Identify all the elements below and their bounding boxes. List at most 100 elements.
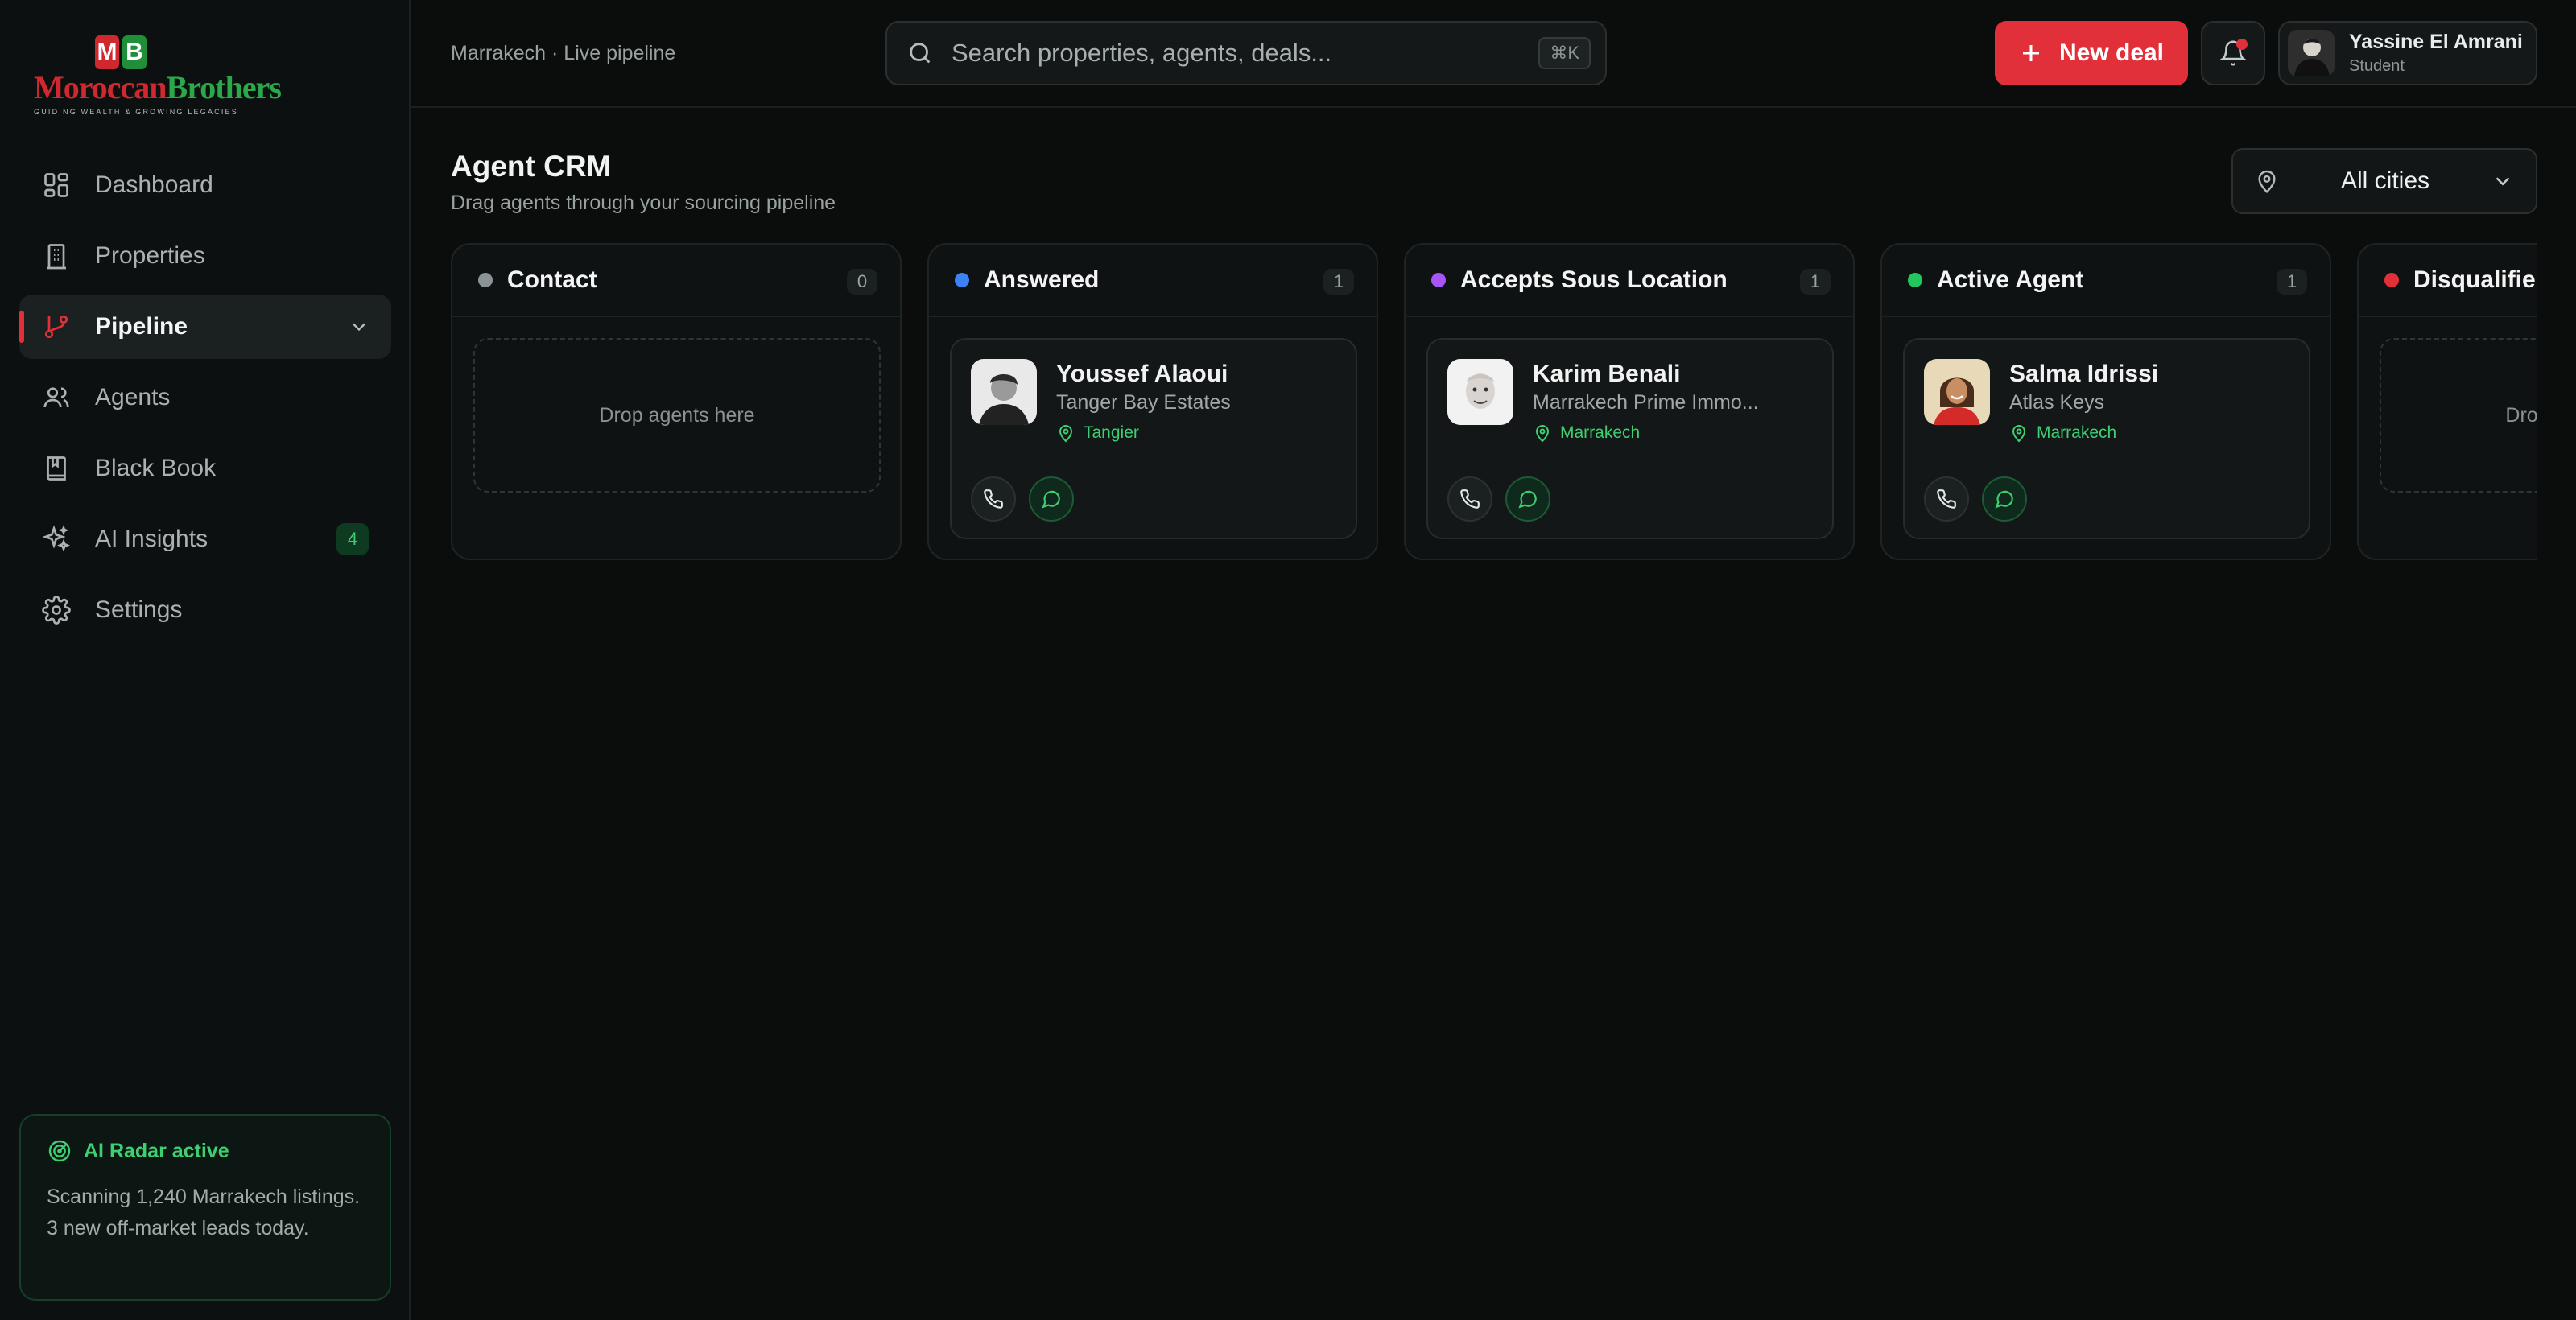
whatsapp-button[interactable] [1505, 476, 1550, 522]
city-filter-select[interactable]: All cities [2231, 148, 2537, 214]
agent-card[interactable]: Salma Idrissi Atlas Keys Marrakech [1903, 338, 2310, 539]
logo-letter-m: M [95, 35, 119, 69]
new-deal-label: New deal [2058, 39, 2165, 66]
sparkles-icon [42, 525, 71, 554]
book-icon [42, 454, 71, 483]
notifications-button[interactable] [2201, 21, 2265, 85]
chevron-down-icon[interactable] [348, 316, 370, 338]
agent-card[interactable]: Youssef Alaoui Tanger Bay Estates Tangie… [950, 338, 1357, 539]
agent-company: Atlas Keys [2009, 391, 2105, 414]
agent-location-label: Tangier [1084, 423, 1139, 442]
user-name: Yassine El Amrani [2349, 31, 2523, 53]
radar-icon [48, 1140, 71, 1162]
sidebar: M B MoroccanBrothers GUIDING WEALTH & GR… [0, 0, 411, 1320]
call-button[interactable] [971, 476, 1016, 522]
search-shortcut-badge: ⌘K [1538, 37, 1591, 69]
agent-company: Marrakech Prime Immo... [1533, 391, 1759, 414]
pipeline-board: Contact 0 Drop agents here Answered 1 Yo… [451, 243, 2537, 562]
plus-icon [2022, 45, 2039, 61]
status-dot [2384, 273, 2399, 287]
sidebar-item-label: AI Insights [95, 526, 208, 552]
sidebar-item-label: Black Book [95, 455, 217, 481]
sidebar-item-label: Dashboard [95, 171, 213, 198]
column-contact[interactable]: Contact 0 Drop agents here [451, 243, 902, 560]
whatsapp-button[interactable] [1029, 476, 1074, 522]
agent-location-label: Marrakech [2037, 423, 2117, 442]
search-input[interactable] [952, 39, 1515, 68]
column-answered[interactable]: Answered 1 Youssef Alaoui Tanger Bay Est… [927, 243, 1378, 560]
column-header: Accepts Sous Location 1 [1406, 245, 1853, 317]
column-title: Accepts Sous Location [1460, 266, 1728, 293]
column-header: Contact 0 [452, 245, 900, 317]
column-disqualified[interactable]: Disqualified Drop agents here [2357, 243, 2537, 560]
gear-icon [42, 596, 71, 625]
call-button[interactable] [1924, 476, 1969, 522]
whatsapp-button[interactable] [1982, 476, 2027, 522]
agent-name: Salma Idrissi [2009, 361, 2159, 387]
avatar [1924, 359, 1990, 425]
ai-radar-title: AI Radar active [84, 1139, 229, 1162]
column-title: Disqualified [2413, 266, 2537, 293]
phone-icon [984, 489, 1003, 509]
sidebar-item-ai-insights[interactable]: AI Insights 4 [19, 507, 391, 571]
page-title: Agent CRM [451, 150, 612, 183]
sidebar-item-black-book[interactable]: Black Book [19, 436, 391, 501]
avatar [1447, 359, 1513, 425]
avatar [971, 359, 1037, 425]
new-deal-button[interactable]: New deal [1995, 21, 2188, 85]
logo-wordmark: MoroccanBrothers [34, 69, 282, 105]
call-button[interactable] [1447, 476, 1492, 522]
ai-radar-panel: AI Radar active Scanning 1,240 Marrakech… [19, 1114, 391, 1301]
user-menu[interactable]: Yassine El Amrani Student [2278, 21, 2537, 85]
agent-card[interactable]: Karim Benali Marrakech Prime Immo... Mar… [1426, 338, 1834, 539]
agent-name: Karim Benali [1533, 361, 1681, 387]
column-accepts-sous-location[interactable]: Accepts Sous Location 1 Karim Benali Mar… [1404, 243, 1855, 560]
map-pin-icon [2012, 425, 2026, 443]
city-filter-value: All cities [2340, 167, 2430, 194]
sidebar-item-label: Pipeline [95, 313, 188, 340]
agent-location: Marrakech [1533, 423, 1640, 443]
sidebar-item-agents[interactable]: Agents [19, 365, 391, 430]
status-dot [955, 273, 969, 287]
column-count-badge: 1 [1800, 269, 1831, 295]
branch-icon [42, 312, 71, 341]
building-icon [42, 241, 71, 270]
column-title: Answered [984, 266, 1100, 293]
map-pin-icon [1535, 425, 1550, 443]
notification-dot [2236, 39, 2248, 50]
search-bar[interactable]: ⌘K [886, 21, 1607, 85]
sidebar-item-properties[interactable]: Properties [19, 224, 391, 288]
status-dot [478, 273, 493, 287]
sidebar-item-label: Agents [95, 384, 171, 410]
agent-location: Tangier [1056, 423, 1139, 443]
column-active-agent[interactable]: Active Agent 1 Salma Idrissi Atlas Keys … [1880, 243, 2331, 560]
breadcrumb: Marrakech · Live pipeline [451, 42, 676, 64]
map-pin-icon [1059, 425, 1073, 443]
sidebar-item-label: Properties [95, 242, 205, 269]
column-count-badge: 1 [2277, 269, 2307, 295]
drop-zone[interactable]: Drop agents here [473, 338, 881, 493]
sidebar-item-dashboard[interactable]: Dashboard [19, 153, 391, 217]
agent-location-label: Marrakech [1560, 423, 1641, 442]
sidebar-item-label: Settings [95, 596, 183, 623]
brand-logo[interactable]: M B MoroccanBrothers GUIDING WEALTH & GR… [34, 35, 282, 116]
agent-location: Marrakech [2009, 423, 2116, 443]
chevron-down-icon [2496, 177, 2510, 186]
ai-radar-text: Scanning 1,240 Marrakech listings. 3 new… [47, 1186, 361, 1240]
column-title: Active Agent [1937, 266, 2084, 293]
sidebar-item-settings[interactable]: Settings [19, 578, 391, 642]
sidebar-item-pipeline[interactable]: Pipeline [19, 295, 391, 359]
column-title: Contact [507, 266, 597, 293]
top-bar: Marrakech · Live pipeline ⌘K New deal Ya… [411, 0, 2576, 108]
message-circle-icon [1042, 490, 1060, 509]
drop-zone[interactable]: Drop agents here [2380, 338, 2537, 493]
column-count-badge: 0 [847, 269, 877, 295]
column-header: Disqualified [2359, 245, 2537, 317]
avatar [2288, 30, 2334, 76]
page-subtitle: Drag agents through your sourcing pipeli… [451, 192, 836, 214]
grid-icon [42, 171, 71, 200]
agent-name: Youssef Alaoui [1056, 361, 1228, 387]
logo-monogram: M B [95, 35, 211, 69]
agent-company: Tanger Bay Estates [1056, 391, 1231, 414]
message-circle-icon [1518, 490, 1537, 509]
